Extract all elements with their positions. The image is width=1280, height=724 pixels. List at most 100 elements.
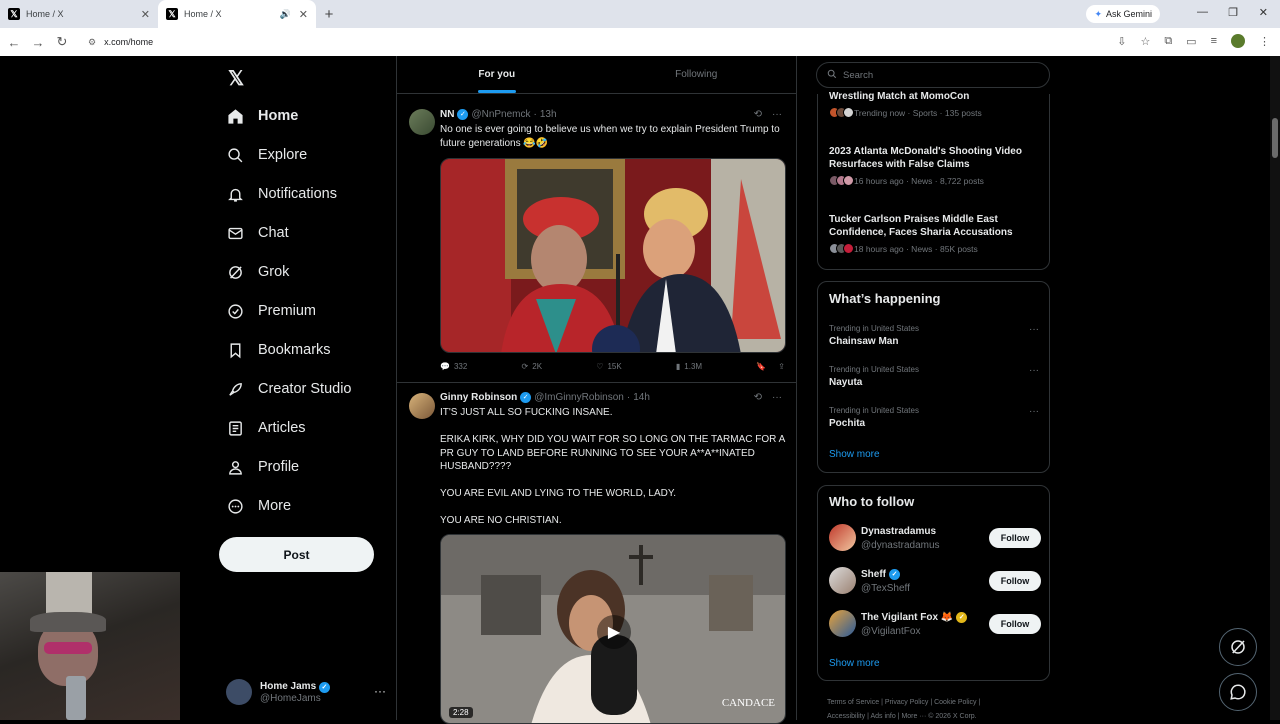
like-count: 15K xyxy=(607,362,622,371)
show-more-link[interactable]: Show more xyxy=(829,658,880,669)
tweet-time[interactable]: 13h xyxy=(540,109,557,120)
post-button[interactable]: Post xyxy=(219,537,374,572)
nav-label: Notifications xyxy=(258,186,337,202)
author-name[interactable]: Ginny Robinson xyxy=(440,392,517,403)
trending-item[interactable]: Trending in United States Pochita ··· xyxy=(829,406,1039,429)
url-input[interactable]: ⚙ x.com/home xyxy=(82,31,1082,53)
trending-item[interactable]: Trending in United States Nayuta ··· xyxy=(829,365,1039,388)
nav-more[interactable]: More xyxy=(226,491,291,521)
play-icon[interactable]: ▶ xyxy=(597,615,631,649)
follow-button[interactable]: Follow xyxy=(989,571,1041,591)
nav-label: Articles xyxy=(258,420,306,436)
trending-item[interactable]: Trending in United States Chainsaw Man ·… xyxy=(829,324,1039,347)
x-logo-icon[interactable]: 𝕏 xyxy=(228,66,244,91)
nav-premium[interactable]: Premium xyxy=(226,296,316,326)
like-button[interactable]: ♡ 15K xyxy=(596,362,621,371)
chat-floating-button[interactable] xyxy=(1219,673,1257,711)
extensions-icon[interactable]: ⧉ xyxy=(1164,35,1172,48)
tab-for-you[interactable]: For you xyxy=(397,56,597,93)
avatar[interactable] xyxy=(829,610,856,637)
timeline-tabs: For you Following xyxy=(397,56,796,94)
nav-articles[interactable]: Articles xyxy=(226,413,306,443)
bookmark-icon[interactable]: 🔖 xyxy=(756,362,766,371)
who-to-follow-box: Who to follow Dynastradamus @dynastradam… xyxy=(817,485,1050,681)
avatar-facepile xyxy=(829,243,854,254)
right-sidebar: Search Wrestling Match at MomoCon Trendi… xyxy=(816,56,1050,720)
avatar[interactable] xyxy=(409,393,435,419)
grok-icon[interactable]: ⟲ xyxy=(754,109,762,120)
install-app-icon[interactable]: ⇩ xyxy=(1117,35,1126,48)
new-tab-button[interactable]: + xyxy=(316,0,342,28)
close-tab-icon[interactable]: ✕ xyxy=(141,8,150,21)
more-dots-icon[interactable]: ··· xyxy=(772,392,782,403)
tweet-tools: ⟲ ··· xyxy=(754,109,782,120)
follow-suggestion[interactable]: Sheff ✓ @TexSheff Follow xyxy=(829,567,1041,597)
follow-suggestion[interactable]: Dynastradamus @dynastradamus Follow xyxy=(829,524,1041,554)
more-dots-icon[interactable]: ··· xyxy=(1029,406,1039,417)
author-handle[interactable]: @NnPnemck xyxy=(471,109,530,120)
page-scrollbar[interactable] xyxy=(1270,56,1280,720)
tweet-video[interactable]: ▶ 2:28 CANDACE xyxy=(440,534,786,724)
browser-tab[interactable]: 𝕏 Home / X ✕ xyxy=(0,0,158,28)
nav-creator-studio[interactable]: Creator Studio xyxy=(226,374,352,404)
bookmark-star-icon[interactable]: ☆ xyxy=(1140,35,1150,48)
search-input[interactable]: Search xyxy=(816,62,1050,88)
author-name[interactable]: NN xyxy=(440,109,454,120)
views-button[interactable]: ▮ 1.3M xyxy=(676,362,702,371)
nav-home[interactable]: Home xyxy=(226,101,298,131)
site-info-icon[interactable]: ⚙ xyxy=(88,37,96,48)
back-icon[interactable]: ← xyxy=(2,35,26,50)
more-dots-icon[interactable]: ··· xyxy=(1029,324,1039,335)
ask-gemini-button[interactable]: ✦ Ask Gemini xyxy=(1086,5,1160,23)
gold-verified-badge-icon: ✓ xyxy=(956,612,968,623)
account-switcher[interactable]: Home Jams ✓ @HomeJams ··· xyxy=(226,674,386,710)
avatar[interactable] xyxy=(409,109,435,135)
avatar[interactable] xyxy=(829,567,856,594)
follow-button[interactable]: Follow xyxy=(989,614,1041,634)
trend-item[interactable]: Wrestling Match at MomoCon Trending now … xyxy=(829,90,1039,118)
footer-line[interactable]: Terms of Service | Privacy Policy | Cook… xyxy=(827,696,1037,710)
nav-bookmarks[interactable]: Bookmarks xyxy=(226,335,331,365)
tweet[interactable]: NN ✓ @NnPnemck · 13h ⟲ ··· No one is eve… xyxy=(397,95,796,383)
verified-badge-icon: ✓ xyxy=(318,681,330,693)
close-tab-icon[interactable]: ✕ xyxy=(299,8,308,21)
trend-item[interactable]: 2023 Atlanta McDonald's Shooting Video R… xyxy=(829,145,1039,186)
follow-suggestion[interactable]: The Vigilant Fox 🦊 ✓ @VigilantFox Follow xyxy=(829,610,1041,640)
tweet-time[interactable]: 14h xyxy=(633,392,650,403)
reply-count: 332 xyxy=(453,362,468,371)
scrollbar-thumb[interactable] xyxy=(1272,118,1278,158)
reply-button[interactable]: 💬 332 xyxy=(440,362,467,371)
grok-floating-button[interactable] xyxy=(1219,628,1257,666)
more-dots-icon[interactable]: ··· xyxy=(1029,365,1039,376)
author-handle[interactable]: @ImGinnyRobinson xyxy=(534,392,624,403)
menu-kebab-icon[interactable]: ⋮ xyxy=(1259,35,1270,48)
close-window-icon[interactable]: ✕ xyxy=(1259,6,1268,19)
avatar[interactable] xyxy=(829,524,856,551)
more-dots-icon[interactable]: ··· xyxy=(772,109,782,120)
trend-item[interactable]: Tucker Carlson Praises Middle East Confi… xyxy=(829,213,1039,254)
nav-grok[interactable]: Grok xyxy=(226,257,289,287)
nav-notifications[interactable]: Notifications xyxy=(226,179,337,209)
forward-icon[interactable]: → xyxy=(26,35,50,50)
profile-avatar-icon[interactable] xyxy=(1231,34,1245,48)
nav-explore[interactable]: Explore xyxy=(226,140,307,170)
side-panel-icon[interactable]: ▭ xyxy=(1186,35,1196,48)
browser-tab-active[interactable]: 𝕏 Home / X 🔊 ✕ xyxy=(158,0,316,28)
restore-icon[interactable]: ❐ xyxy=(1228,6,1238,19)
tab-following[interactable]: Following xyxy=(597,56,797,93)
minimize-icon[interactable]: — xyxy=(1197,6,1208,18)
grok-icon[interactable]: ⟲ xyxy=(754,392,762,403)
audio-playing-icon[interactable]: 🔊 xyxy=(280,9,291,20)
media-control-icon[interactable]: ≡ xyxy=(1211,35,1217,47)
follow-button[interactable]: Follow xyxy=(989,528,1041,548)
show-more-link[interactable]: Show more xyxy=(829,449,880,460)
search-icon xyxy=(827,69,837,82)
tweet[interactable]: Ginny Robinson ✓ @ImGinnyRobinson · 14h … xyxy=(397,383,796,724)
reload-icon[interactable]: ↻ xyxy=(50,34,74,50)
tweet-image[interactable] xyxy=(440,158,786,353)
repost-button[interactable]: ⟳ 2K xyxy=(522,362,543,371)
share-icon[interactable]: ⇪ xyxy=(778,362,785,371)
footer-line[interactable]: Accessibility | Ads info | More ··· © 20… xyxy=(827,710,1037,724)
nav-chat[interactable]: Chat xyxy=(226,218,289,248)
nav-profile[interactable]: Profile xyxy=(226,452,299,482)
